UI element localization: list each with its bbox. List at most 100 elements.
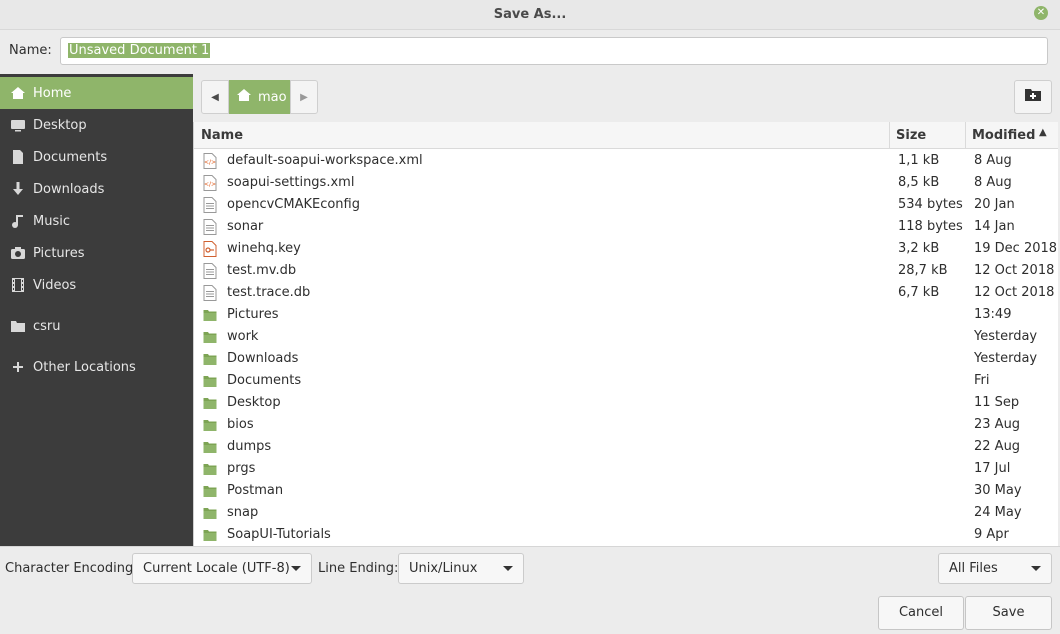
file-size: 1,1 kB <box>898 153 940 168</box>
chevron-down-icon <box>1031 566 1041 571</box>
folder-icon <box>203 461 217 477</box>
file-row[interactable]: bios 23 Aug <box>194 414 1058 436</box>
path-forward-button[interactable]: ▶ <box>290 80 318 114</box>
file-modified: 8 Aug <box>974 175 1012 190</box>
folder-icon <box>203 395 217 411</box>
file-row[interactable]: work Yesterday <box>194 326 1058 348</box>
folder-icon <box>203 505 217 521</box>
file-name: soapui-settings.xml <box>227 175 355 190</box>
sidebar-item-videos[interactable]: Videos <box>0 269 193 301</box>
save-button[interactable]: Save <box>965 596 1052 630</box>
file-name: work <box>227 329 259 344</box>
path-bar: ◀ mao ▶ <box>193 74 1060 122</box>
file-row[interactable]: Pictures 13:49 <box>194 304 1058 326</box>
plus-icon <box>10 359 26 375</box>
column-header-size[interactable]: Size <box>896 128 926 143</box>
file-row[interactable]: Documents Fri <box>194 370 1058 392</box>
file-name: Pictures <box>227 307 279 322</box>
file-name: test.mv.db <box>227 263 297 278</box>
line-ending-label: Line Ending: <box>318 561 399 576</box>
new-folder-icon <box>1024 87 1042 107</box>
places-sidebar: Home Desktop Documents Downloads Music P… <box>0 74 193 546</box>
folder-icon <box>203 329 217 345</box>
file-row[interactable]: test.mv.db 28,7 kB 12 Oct 2018 <box>194 260 1058 282</box>
sidebar-item-label: Other Locations <box>33 359 136 375</box>
file-row[interactable]: sonar 118 bytes 14 Jan <box>194 216 1058 238</box>
bottom-bar: Character Encoding: Current Locale (UTF-… <box>0 546 1060 634</box>
column-header-name[interactable]: Name <box>201 128 243 143</box>
path-back-button[interactable]: ◀ <box>201 80 229 114</box>
line-ending-dropdown[interactable]: Unix/Linux <box>398 553 524 584</box>
folder-icon <box>203 351 217 367</box>
document-icon <box>10 149 26 165</box>
folder-icon <box>203 307 217 323</box>
file-name: prgs <box>227 461 256 476</box>
cancel-button[interactable]: Cancel <box>878 596 964 630</box>
name-label: Name: <box>9 43 52 58</box>
folder-icon <box>203 417 217 433</box>
file-row[interactable]: opencvCMAKEconfig 534 bytes 20 Jan <box>194 194 1058 216</box>
chevron-down-icon <box>291 566 301 571</box>
sidebar-item-csru[interactable]: csru <box>0 310 193 342</box>
encoding-dropdown[interactable]: Current Locale (UTF-8) <box>132 553 312 584</box>
breadcrumb-home[interactable]: mao <box>229 80 290 114</box>
file-row[interactable]: Desktop 11 Sep <box>194 392 1058 414</box>
sidebar-item-other-locations[interactable]: Other Locations <box>0 351 193 383</box>
text-file-icon <box>203 219 217 235</box>
close-icon[interactable]: ✕ <box>1034 6 1048 20</box>
file-size: 28,7 kB <box>898 263 948 278</box>
file-modified: 19 Dec 2018 <box>974 241 1058 256</box>
file-name: default-soapui-workspace.xml <box>227 153 423 168</box>
sidebar-item-documents[interactable]: Documents <box>0 141 193 173</box>
file-name: winehq.key <box>227 241 301 256</box>
file-filter-value: All Files <box>949 561 998 576</box>
file-name: Documents <box>227 373 302 388</box>
file-modified: 8 Aug <box>974 153 1012 168</box>
folder-icon <box>203 527 217 543</box>
line-ending-value: Unix/Linux <box>409 561 478 576</box>
file-row[interactable]: dumps 22 Aug <box>194 436 1058 458</box>
sidebar-item-label: Pictures <box>33 245 85 261</box>
svg-text:</>: </> <box>204 181 216 188</box>
file-list[interactable]: Name Size Modified ▲ </> default-soapui-w… <box>193 122 1058 546</box>
sidebar-item-label: Home <box>33 85 72 101</box>
create-folder-button[interactable] <box>1014 80 1052 114</box>
file-modified: 20 Jan <box>974 197 1015 212</box>
file-modified: 22 Aug <box>974 439 1021 454</box>
file-row[interactable]: </> soapui-settings.xml 8,5 kB 8 Aug <box>194 172 1058 194</box>
filename-value: Unsaved Document 1 <box>68 43 211 58</box>
file-row[interactable]: snap 24 May <box>194 502 1058 524</box>
file-name: SoapUI-Tutorials <box>227 527 331 542</box>
file-name: sonar <box>227 219 264 234</box>
file-modified: 23 Aug <box>974 417 1021 432</box>
sidebar-item-home[interactable]: Home <box>0 77 193 109</box>
home-icon <box>236 87 252 107</box>
text-file-icon <box>203 197 217 213</box>
filename-input[interactable]: Unsaved Document 1 <box>60 37 1048 65</box>
file-row[interactable]: SoapUI-Tutorials 9 Apr <box>194 524 1058 546</box>
file-row[interactable]: Downloads Yesterday <box>194 348 1058 370</box>
file-row[interactable]: </> default-soapui-workspace.xml 1,1 kB 8 A… <box>194 150 1058 172</box>
file-filter-dropdown[interactable]: All Files <box>938 553 1052 584</box>
encoding-label: Character Encoding: <box>5 561 138 576</box>
file-modified: 30 May <box>974 483 1022 498</box>
file-modified: 13:49 <box>974 307 1012 322</box>
file-name: Downloads <box>227 351 299 366</box>
file-name: bios <box>227 417 254 432</box>
file-row[interactable]: test.trace.db 6,7 kB 12 Oct 2018 <box>194 282 1058 304</box>
sidebar-item-desktop[interactable]: Desktop <box>0 109 193 141</box>
window-title: Save As... <box>493 7 567 22</box>
camera-icon <box>10 245 26 261</box>
sidebar-item-label: csru <box>33 318 61 334</box>
title-bar: Save As... ✕ <box>0 0 1060 30</box>
folder-icon <box>10 318 26 334</box>
sidebar-item-downloads[interactable]: Downloads <box>0 173 193 205</box>
sidebar-item-music[interactable]: Music <box>0 205 193 237</box>
file-row[interactable]: prgs 17 Jul <box>194 458 1058 480</box>
breadcrumb-label: mao <box>258 89 287 105</box>
column-header-modified[interactable]: Modified <box>972 128 1035 143</box>
sidebar-item-pictures[interactable]: Pictures <box>0 237 193 269</box>
file-row[interactable]: winehq.key 3,2 kB 19 Dec 2018 <box>194 238 1058 260</box>
file-row[interactable]: Postman 30 May <box>194 480 1058 502</box>
text-file-icon <box>203 263 217 279</box>
